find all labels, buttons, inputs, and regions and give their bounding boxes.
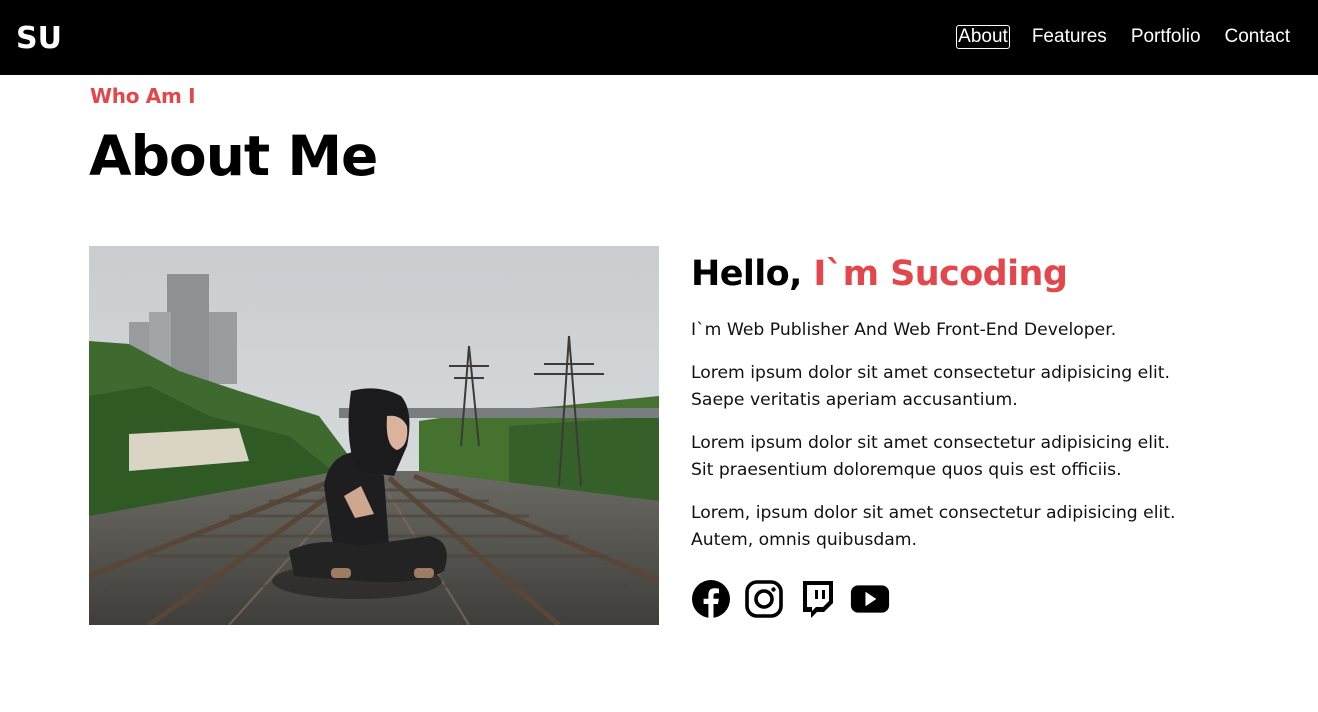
about-paragraph-4: Lorem, ipsum dolor sit amet consectetur … [691,503,1176,550]
about-content: Hello, I`m Sucoding I`m Web Publisher An… [691,252,1191,619]
section-title: About Me [89,124,378,188]
nav-link-about[interactable]: About [956,25,1010,49]
main-nav: About Features Portfolio Contact [936,25,1292,49]
social-links [691,579,1191,619]
about-paragraph-1: I`m Web Publisher And Web Front-End Deve… [691,320,1117,340]
hello-prefix: Hello, [691,254,814,294]
facebook-icon[interactable] [691,579,731,619]
hello-heading: Hello, I`m Sucoding [691,252,1191,296]
twitch-icon[interactable] [797,579,837,619]
site-logo[interactable]: SU [16,22,62,56]
section-kicker: Who Am I [90,84,196,108]
nav-link-portfolio[interactable]: Portfolio [1129,25,1203,49]
nav-link-features[interactable]: Features [1030,25,1109,49]
nav-link-contact[interactable]: Contact [1223,25,1292,49]
about-paragraph-3: Lorem ipsum dolor sit amet consectetur a… [691,433,1170,480]
about-paragraph-2: Lorem ipsum dolor sit amet consectetur a… [691,363,1170,410]
instagram-icon[interactable] [744,579,784,619]
top-navbar: SU About Features Portfolio Contact [0,0,1318,75]
youtube-icon[interactable] [850,579,890,619]
profile-photo [89,246,659,625]
hello-name: I`m Sucoding [813,254,1068,294]
